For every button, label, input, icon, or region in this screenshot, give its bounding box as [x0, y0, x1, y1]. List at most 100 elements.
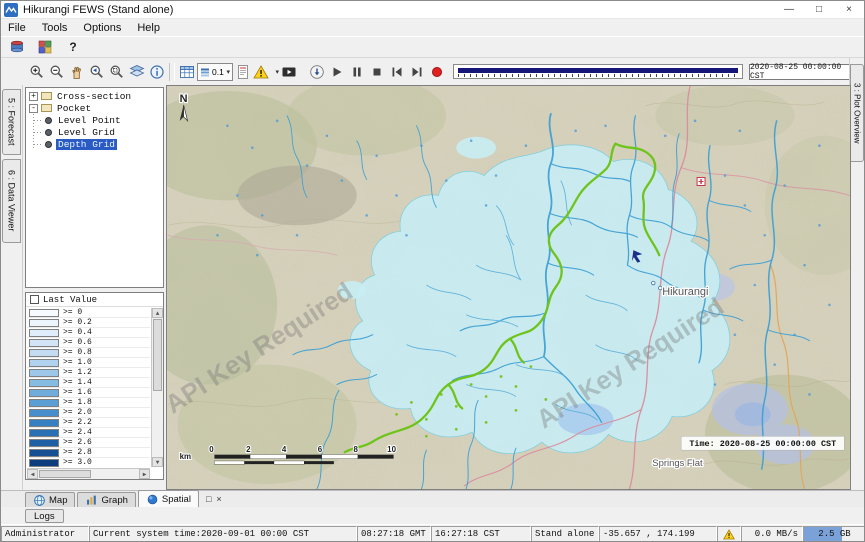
help-button[interactable]: ? [63, 37, 83, 57]
right-tab-strip: 3 : Plot Overview [849, 58, 864, 490]
sidebar-tab-forecast[interactable]: 5 : Forecast [2, 89, 21, 155]
tab-spatial[interactable]: Spatial [138, 490, 199, 507]
legend-row[interactable]: >= 1.0 [27, 358, 150, 368]
tree-item-cross-section[interactable]: Cross-section [55, 91, 133, 102]
node-icon [45, 129, 52, 136]
sidebar-tab-plot-overview[interactable]: 3 : Plot Overview [850, 64, 864, 162]
legend-label: >= 1.2 [63, 368, 92, 377]
map-viewport[interactable]: API Key Required API Key Required Hikura… [166, 85, 851, 490]
menu-file[interactable]: File [1, 19, 34, 36]
step-forward-button[interactable] [407, 62, 427, 82]
last-value-checkbox[interactable] [30, 295, 39, 304]
classification-icon [200, 67, 210, 77]
pause-button[interactable] [347, 62, 367, 82]
timeline-range-bar[interactable] [458, 68, 738, 73]
legend-row[interactable]: >= 1.8 [27, 398, 150, 408]
legend-row[interactable]: >= 1.6 [27, 388, 150, 398]
tree-row: Level Point [26, 114, 163, 126]
legend-panel: Last Value >= 0 >= 0.2 >= 0.4 >= 0.6 >= … [25, 292, 164, 480]
status-system-time: Current system time:2020-09-01 00:00 CST [89, 526, 357, 542]
menu-options[interactable]: Options [75, 19, 129, 36]
tree-item-level-point[interactable]: Level Point [56, 115, 123, 126]
close-button[interactable]: × [834, 1, 864, 18]
legend-row[interactable]: >= 0.2 [27, 318, 150, 328]
folder-icon [41, 92, 52, 100]
legend-row[interactable]: >= 1.4 [27, 378, 150, 388]
tree-expander[interactable]: + [29, 92, 38, 101]
zoom-previous-button[interactable] [87, 62, 107, 82]
legend-row[interactable]: >= 3.0 [27, 458, 150, 467]
modules-button[interactable] [35, 37, 55, 57]
info-button[interactable] [147, 62, 167, 82]
timeline-slider[interactable] [453, 64, 743, 79]
map-toolbar: 0.1 ▾ ▾ [1, 58, 864, 85]
animation-export-button[interactable] [279, 62, 299, 82]
tab-graph[interactable]: Graph [77, 492, 135, 507]
thresholds-combo[interactable]: ▾ [253, 62, 279, 82]
tree-item-depth-grid[interactable]: Depth Grid [56, 139, 117, 150]
grid-display-button[interactable] [177, 62, 197, 82]
menu-help[interactable]: Help [129, 19, 168, 36]
legend-row[interactable]: >= 2.8 [27, 448, 150, 458]
legend-row[interactable]: >= 2.2 [27, 418, 150, 428]
legend-label: >= 2.2 [63, 418, 92, 427]
step-back-button[interactable] [387, 62, 407, 82]
legend-row[interactable]: >= 0 [27, 308, 150, 318]
scroll-down-icon[interactable]: ▼ [152, 457, 163, 467]
legend-label: >= 3.0 [63, 458, 92, 467]
layers-button[interactable] [127, 62, 147, 82]
sidebar-tab-data-viewer[interactable]: 6 : Data Viewer [2, 159, 21, 243]
scroll-right-icon[interactable]: ▶ [139, 469, 150, 479]
play-button[interactable] [327, 62, 347, 82]
legend-swatch [29, 379, 59, 387]
minimize-button[interactable]: — [774, 1, 804, 18]
scrollbar-thumb[interactable] [39, 470, 91, 478]
app-window: Hikurangi FEWS (Stand alone) — □ × File … [0, 0, 865, 542]
legend-row[interactable]: >= 0.4 [27, 328, 150, 338]
record-button[interactable] [427, 62, 447, 82]
zoom-in-button[interactable] [27, 62, 47, 82]
document-display-button[interactable] [233, 62, 253, 82]
legend-swatch [29, 389, 59, 397]
tree-item-pocket[interactable]: Pocket [55, 103, 93, 114]
legend-row[interactable]: >= 0.6 [27, 338, 150, 348]
status-warning[interactable] [717, 526, 741, 542]
legend-label: >= 0.4 [63, 328, 92, 337]
legend-row[interactable]: >= 2.0 [27, 408, 150, 418]
legend-label: >= 2.4 [63, 428, 92, 437]
tree-expander[interactable]: - [29, 104, 38, 113]
maximize-button[interactable]: □ [804, 1, 834, 18]
legend-row[interactable]: >= 2.6 [27, 438, 150, 448]
scrollbar-thumb[interactable] [153, 319, 162, 391]
legend-horizontal-scrollbar[interactable]: ◀ ▶ [27, 468, 150, 479]
menu-tools[interactable]: Tools [34, 19, 76, 36]
close-panel-icon[interactable]: × [216, 494, 221, 504]
window-title: Hikurangi FEWS (Stand alone) [23, 4, 173, 16]
legend-row[interactable]: >= 0.8 [27, 348, 150, 358]
scroll-up-icon[interactable]: ▲ [152, 308, 163, 318]
legend-row[interactable]: >= 1.2 [27, 368, 150, 378]
tree-item-level-grid[interactable]: Level Grid [56, 127, 117, 138]
legend-list: >= 0 >= 0.2 >= 0.4 >= 0.6 >= 0.8 >= 1.0 … [27, 308, 150, 467]
scroll-left-icon[interactable]: ◀ [27, 469, 38, 479]
legend-vertical-scrollbar[interactable]: ▲ ▼ [151, 308, 163, 467]
tab-map[interactable]: Map [25, 492, 75, 507]
legend-row[interactable]: >= 2.4 [27, 428, 150, 438]
legend-label: >= 2.8 [63, 448, 92, 457]
legend-label: >= 1.0 [63, 358, 92, 367]
main-toolbar: ? [1, 36, 864, 58]
status-local-time: 16:27:18 CST [431, 526, 531, 542]
stop-button[interactable] [367, 62, 387, 82]
scale-tick: 2 [246, 445, 251, 454]
place-label-springs-flat: Springs Flat [652, 458, 703, 469]
zoom-out-button[interactable] [47, 62, 67, 82]
jump-to-time-button[interactable] [307, 62, 327, 82]
logs-button[interactable]: Logs [25, 509, 64, 523]
legend-swatch [29, 349, 59, 357]
legend-swatch [29, 449, 59, 457]
zoom-extent-button[interactable] [107, 62, 127, 82]
float-panel-icon[interactable]: □ [206, 494, 211, 504]
pan-button[interactable] [67, 62, 87, 82]
database-button[interactable] [7, 37, 27, 57]
classification-combo[interactable]: 0.1 ▾ [197, 63, 233, 81]
